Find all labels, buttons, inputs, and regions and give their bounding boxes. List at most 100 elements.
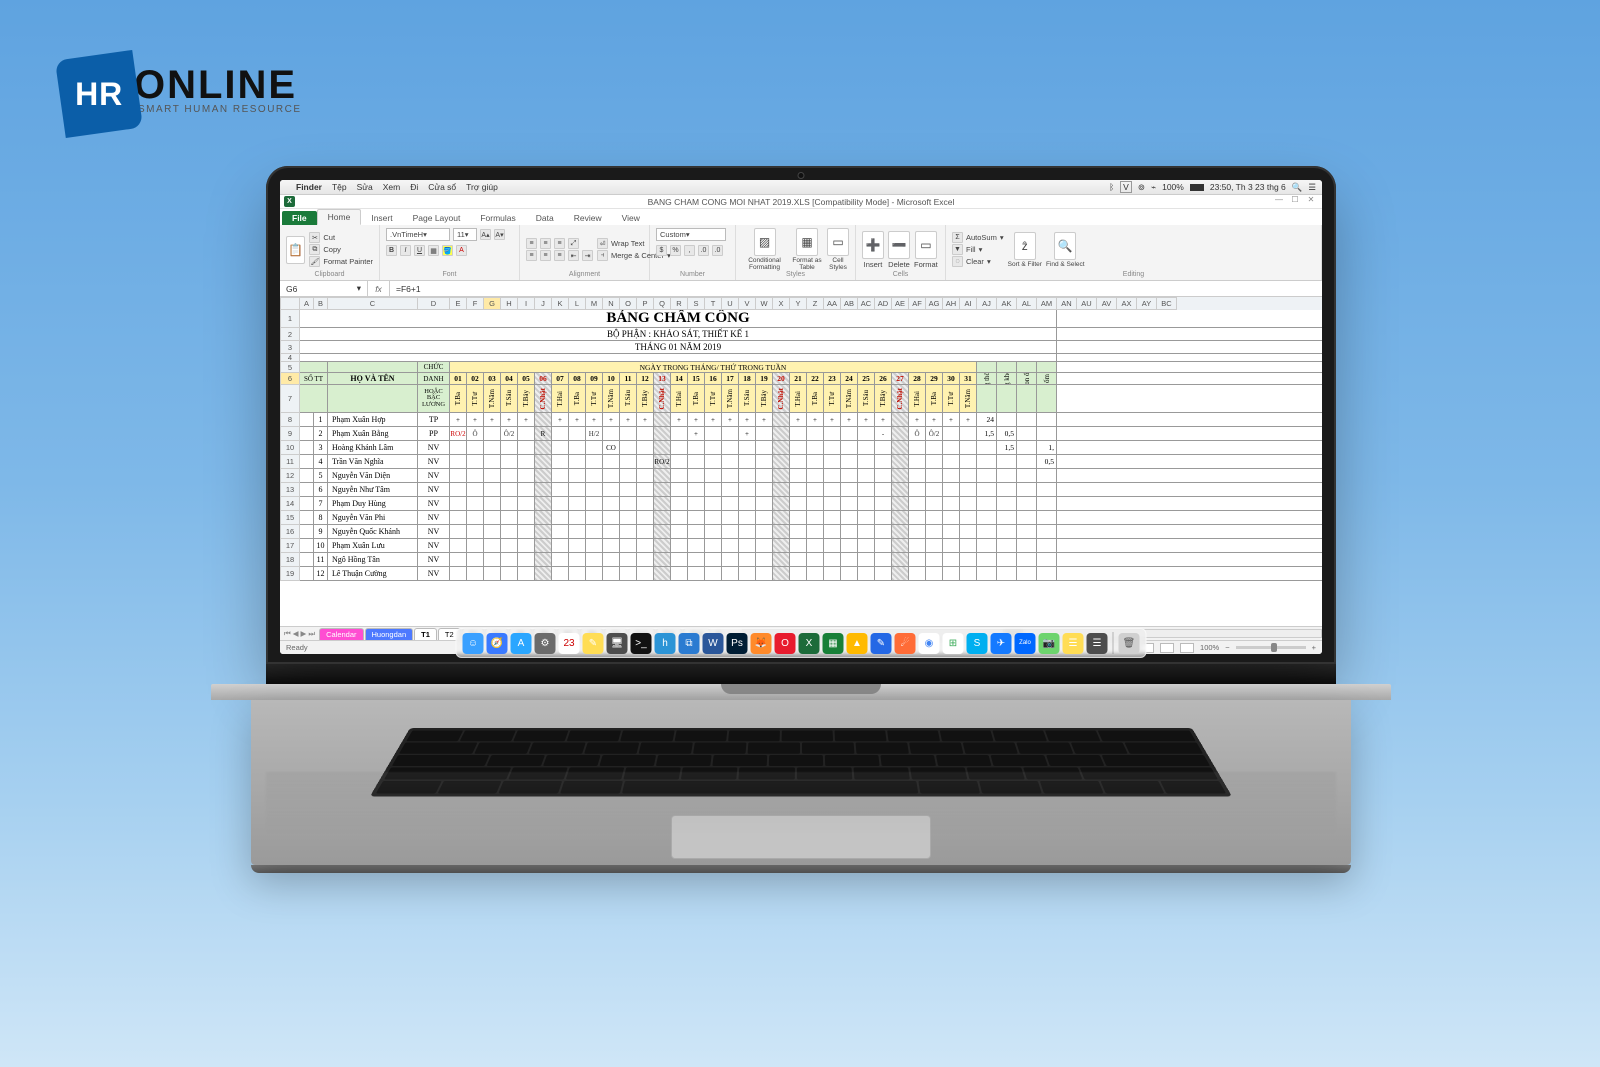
calendar-icon[interactable]: 23 <box>559 633 580 654</box>
indent-inc-button[interactable]: ⇥ <box>582 250 593 261</box>
mac-icon[interactable]: 🖥 <box>607 633 628 654</box>
cell[interactable]: RO/2 <box>450 427 467 440</box>
row-header-13[interactable]: 13 <box>280 483 300 497</box>
row-header-5[interactable]: 5 <box>280 362 300 373</box>
cell[interactable] <box>824 553 841 566</box>
cell[interactable] <box>943 525 960 538</box>
cell[interactable]: 15 <box>688 373 705 384</box>
cell[interactable]: T.Năm <box>841 385 858 412</box>
cell[interactable] <box>518 455 535 468</box>
cell[interactable] <box>997 413 1017 426</box>
cell[interactable] <box>960 441 977 454</box>
cell[interactable] <box>450 441 467 454</box>
cell[interactable] <box>790 511 807 524</box>
cell[interactable]: 10 <box>314 539 328 552</box>
cell[interactable] <box>722 511 739 524</box>
cell[interactable] <box>535 539 552 552</box>
cell[interactable] <box>501 567 518 580</box>
clear-button[interactable]: ◌Clear ▾ <box>952 256 1004 267</box>
cell[interactable] <box>756 511 773 524</box>
cell[interactable] <box>997 469 1017 482</box>
settings-icon[interactable]: ⚙ <box>535 633 556 654</box>
cell[interactable] <box>671 427 688 440</box>
cell[interactable] <box>926 511 943 524</box>
cell[interactable] <box>637 539 654 552</box>
cell[interactable]: CO <box>603 441 620 454</box>
cell[interactable]: 25 <box>858 373 875 384</box>
cell[interactable] <box>569 553 586 566</box>
cell[interactable] <box>773 469 790 482</box>
cell[interactable] <box>671 483 688 496</box>
cell[interactable] <box>654 469 671 482</box>
cell[interactable] <box>790 441 807 454</box>
cell[interactable] <box>858 483 875 496</box>
cell[interactable] <box>603 511 620 524</box>
notes2-icon[interactable]: ☰ <box>1063 633 1084 654</box>
cell[interactable]: + <box>824 413 841 426</box>
cell[interactable]: T.Ba <box>926 385 943 412</box>
cell[interactable] <box>552 441 569 454</box>
cell[interactable] <box>654 427 671 440</box>
underline-button[interactable]: U <box>414 245 425 256</box>
cell[interactable]: NV <box>418 497 450 510</box>
cell[interactable]: Nguyễn Văn Phi <box>328 511 418 524</box>
cell[interactable]: T.Tư <box>705 385 722 412</box>
cell[interactable] <box>841 539 858 552</box>
row-header-4[interactable]: 4 <box>280 354 300 362</box>
cell[interactable]: + <box>569 413 586 426</box>
cell[interactable]: DANH <box>418 373 450 384</box>
autosum-button[interactable]: ΣAutoSum ▾ <box>952 232 1004 243</box>
cell[interactable] <box>722 497 739 510</box>
col-header-I[interactable]: I <box>518 297 535 310</box>
cell[interactable] <box>654 413 671 426</box>
file-tab[interactable]: File <box>282 211 317 225</box>
cell[interactable]: 6 <box>314 483 328 496</box>
cell[interactable] <box>807 553 824 566</box>
row-header-9[interactable]: 9 <box>280 427 300 441</box>
cell[interactable] <box>926 567 943 580</box>
col-header-AF[interactable]: AF <box>909 297 926 310</box>
cell[interactable]: + <box>671 413 688 426</box>
cell[interactable] <box>586 497 603 510</box>
cell[interactable]: 10 <box>603 373 620 384</box>
col-header-R[interactable]: R <box>671 297 688 310</box>
cell[interactable] <box>501 553 518 566</box>
cell[interactable] <box>858 441 875 454</box>
cell[interactable] <box>1017 385 1037 412</box>
cell[interactable] <box>603 497 620 510</box>
cell[interactable]: T.Sáu <box>501 385 518 412</box>
row-header-17[interactable]: 17 <box>280 539 300 553</box>
cell[interactable] <box>960 525 977 538</box>
cell[interactable]: HỌ VÀ TÊN <box>328 373 418 384</box>
cell[interactable]: NV <box>418 483 450 496</box>
cell[interactable] <box>688 455 705 468</box>
cell[interactable] <box>773 427 790 440</box>
cell[interactable] <box>535 525 552 538</box>
cell[interactable] <box>926 525 943 538</box>
pen-icon[interactable]: ✎ <box>871 633 892 654</box>
col-header-AA[interactable]: AA <box>824 297 841 310</box>
col-header-AK[interactable]: AK <box>997 297 1017 310</box>
col-header-AC[interactable]: AC <box>858 297 875 310</box>
cell[interactable] <box>484 497 501 510</box>
cell[interactable] <box>739 511 756 524</box>
sheet-tab-Huongdan[interactable]: Huongdan <box>365 628 414 640</box>
sheets-icon[interactable]: ▦ <box>823 633 844 654</box>
cell[interactable]: Ô <box>467 427 484 440</box>
cell[interactable] <box>603 455 620 468</box>
cell[interactable] <box>960 553 977 566</box>
cell[interactable] <box>1017 553 1037 566</box>
cell[interactable] <box>671 525 688 538</box>
cell[interactable] <box>552 525 569 538</box>
cell[interactable] <box>824 441 841 454</box>
cell[interactable] <box>586 511 603 524</box>
cell[interactable] <box>926 553 943 566</box>
spotlight-icon[interactable]: 🔍 <box>1292 182 1303 193</box>
cell[interactable] <box>773 441 790 454</box>
cell[interactable] <box>620 441 637 454</box>
cell[interactable] <box>586 567 603 580</box>
cell[interactable]: NV <box>418 553 450 566</box>
cell[interactable]: + <box>909 413 926 426</box>
cell[interactable] <box>739 567 756 580</box>
shrink-font-button[interactable]: A▾ <box>494 229 505 240</box>
